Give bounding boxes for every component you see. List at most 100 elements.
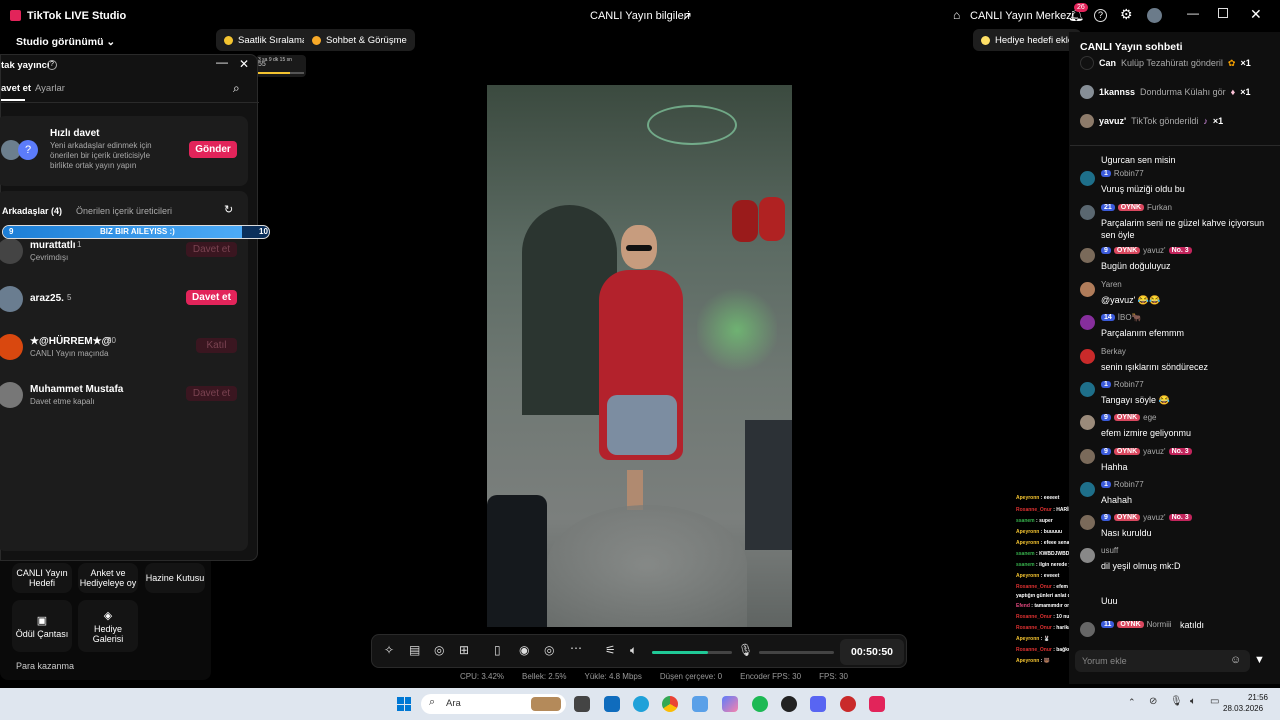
overlay-chat-line: Roxanne_Onur : harikaaa	[1016, 625, 1077, 631]
windows-start-icon[interactable]	[397, 697, 411, 711]
chat-text: Ahahah	[1101, 495, 1133, 505]
speaker-tray-icon[interactable]: 🔈︎	[1190, 696, 1196, 707]
edge-icon[interactable]	[633, 696, 649, 712]
chat-username[interactable]: Normiii	[1147, 620, 1172, 629]
audio-settings-icon[interactable]: ⚟	[605, 643, 616, 657]
emoji-icon[interactable]: ☺	[1230, 654, 1241, 666]
hourly-rank-button[interactable]: Saatlik Sıralama	[216, 29, 316, 51]
studio-view-select[interactable]: Studio görünümü ⌄	[16, 36, 115, 48]
tab-suggested[interactable]: Önerilen içerik üreticileri	[76, 206, 172, 216]
minimize-icon[interactable]: —	[1187, 6, 1199, 20]
person-shorts	[607, 395, 677, 455]
home-icon[interactable]: ⌂	[953, 8, 960, 22]
chat-username[interactable]: Berkay	[1101, 347, 1126, 356]
tab-invite[interactable]: avet et	[1, 83, 31, 94]
chat-talk-button[interactable]: Sohbet & Görüşme	[304, 29, 415, 51]
chat-username[interactable]: Robin77	[1114, 169, 1144, 178]
microphone-tray-icon[interactable]: 🎙︎	[1170, 696, 1183, 707]
tab-underline	[1, 99, 25, 101]
chat-username[interactable]: usuff	[1101, 546, 1118, 555]
spotify-icon[interactable]	[752, 696, 768, 712]
minimize-panel-icon[interactable]: —	[216, 55, 228, 69]
microphone-icon[interactable]: 🎙︎	[738, 643, 753, 657]
add-source-icon[interactable]: ⊞	[459, 643, 469, 657]
gift-user: yavuz'	[1099, 116, 1127, 126]
treasure-tool[interactable]: Hazine Kutusu	[145, 563, 205, 593]
filter-icon[interactable]: ▼	[1254, 654, 1265, 666]
goal-progress-text: BIZ BIR AILEYISS :)	[100, 227, 175, 236]
chat-username[interactable]: Robin77	[1114, 380, 1144, 389]
clock-time[interactable]: 21:56	[1238, 693, 1268, 702]
invite-button[interactable]: Davet et	[186, 290, 237, 305]
battery-icon[interactable]: ▭	[1210, 696, 1219, 707]
refresh-icon[interactable]: ↻	[224, 203, 233, 216]
chrome-icon[interactable]	[662, 696, 678, 712]
chat-username[interactable]: İBO🐂	[1118, 313, 1142, 322]
avatar[interactable]	[1147, 8, 1162, 23]
overlay-chat-text: : 🐻	[1040, 658, 1051, 664]
tab-friends[interactable]: Arkadaşlar (4)	[2, 206, 62, 216]
effects-icon[interactable]: ◎	[434, 643, 444, 657]
network-icon[interactable]: ⊘	[1149, 696, 1157, 707]
reward-bag-tool[interactable]: ▣ Ödül Çantası	[12, 600, 72, 652]
invite-button[interactable]: Davet et	[186, 386, 237, 401]
speaker-icon[interactable]: 🔈︎	[630, 643, 637, 658]
app-icon[interactable]	[692, 696, 708, 712]
volume-slider[interactable]	[652, 651, 732, 654]
search-icon[interactable]: ⌕	[233, 81, 240, 96]
layout-icon[interactable]: ▤	[409, 643, 420, 657]
gear-icon[interactable]: ⚙	[1120, 6, 1133, 23]
overlay-chat-user: Roxanne_Onur	[1016, 507, 1052, 513]
quick-invite-desc: Yeni arkadaşlar edinmek için önerilen bi…	[50, 141, 152, 170]
outlook-icon[interactable]	[604, 696, 620, 712]
chat-username[interactable]: Robin77	[1114, 480, 1144, 489]
chat-username[interactable]: ege	[1143, 413, 1156, 422]
maximize-icon[interactable]	[1218, 8, 1228, 18]
chevron-up-icon[interactable]: ⌃	[1128, 697, 1136, 708]
media-player-icon[interactable]	[840, 696, 856, 712]
sunglasses	[626, 245, 652, 251]
chat-username[interactable]: yavuz'	[1143, 513, 1165, 522]
chat-username[interactable]: yavuz'	[1143, 447, 1165, 456]
chat-username[interactable]: Yaren	[1101, 280, 1122, 289]
help-icon[interactable]: ?	[1094, 9, 1107, 22]
share-icon[interactable]: ↗	[682, 9, 692, 23]
gift-gallery-tool[interactable]: ◈ Hediye Galerisi	[78, 600, 138, 652]
gift-user: 1kannss	[1099, 87, 1136, 97]
tiktok-live-taskbar-icon[interactable]	[869, 696, 885, 712]
comment-input[interactable]: Yorum ekle ☺	[1075, 650, 1250, 672]
tab-settings[interactable]: Ayarlar	[35, 83, 65, 94]
camera-icon[interactable]: ◎	[544, 643, 554, 657]
level-badge: 9	[1101, 247, 1111, 254]
mic-slider[interactable]	[759, 651, 834, 654]
dropped-frames-stat: Düşen çerçeve: 0	[659, 672, 723, 681]
chat-username[interactable]: yavuz'	[1143, 246, 1165, 255]
more-icon[interactable]: ⋯	[570, 641, 582, 655]
overlay-chat-line: ssanem : super	[1016, 518, 1053, 524]
copilot-icon[interactable]	[722, 696, 738, 712]
overlay-chat-user: ssanem	[1016, 518, 1035, 524]
magic-wand-icon[interactable]: ✧	[384, 643, 394, 657]
info-icon[interactable]: ?	[47, 60, 57, 70]
live-goal-tool[interactable]: CANLI Yayın Hedefi	[12, 563, 72, 593]
live-center-link[interactable]: CANLI Yayın Merkezi	[970, 10, 1074, 22]
close-panel-icon[interactable]: ✕	[239, 57, 249, 71]
steam-icon[interactable]	[781, 696, 797, 712]
send-button[interactable]: Gönder	[189, 141, 237, 158]
chat-text: efem izmire geliyonmu	[1101, 428, 1192, 438]
overlay-chat-user: Apeyronn	[1016, 573, 1040, 579]
gift-goal-button[interactable]: Hediye hedefi ekle	[973, 29, 1082, 51]
close-icon[interactable]: ✕	[1250, 6, 1262, 23]
discord-icon[interactable]	[810, 696, 826, 712]
record-icon[interactable]: ◉	[519, 643, 529, 657]
live-info-link[interactable]: CANLI Yayın bilgileri	[590, 10, 690, 22]
file-explorer-icon[interactable]	[574, 696, 590, 712]
timer-number: 55	[258, 61, 266, 68]
taskbar-search[interactable]: ⌕ Ara	[421, 694, 566, 714]
chat-username[interactable]: Furkan	[1147, 203, 1172, 212]
phone-icon[interactable]: ▯	[494, 643, 501, 657]
poll-tool[interactable]: Anket ve Hediyeleye oy	[78, 563, 138, 593]
invite-button[interactable]: Davet et	[186, 242, 237, 257]
clock-date[interactable]: 28.03.2026	[1223, 704, 1263, 713]
join-button[interactable]: Katıl	[196, 338, 237, 353]
